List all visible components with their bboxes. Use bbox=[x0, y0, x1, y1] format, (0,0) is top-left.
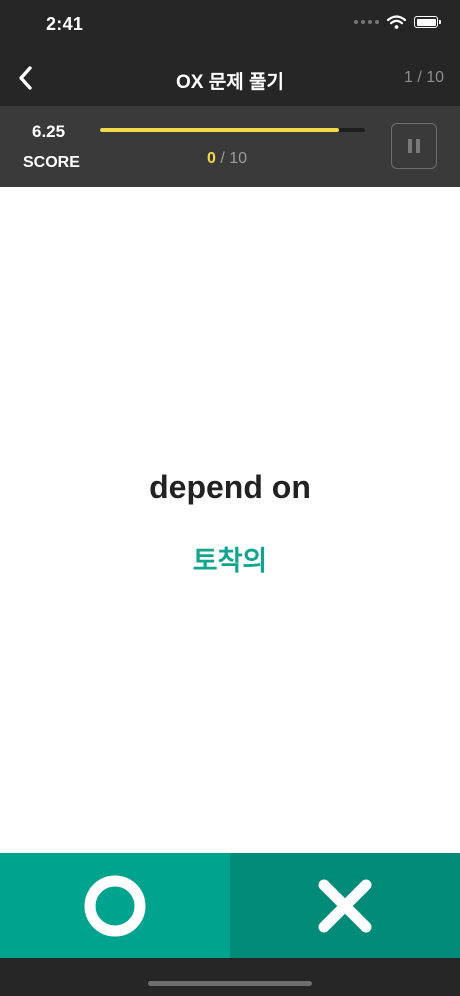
home-indicator[interactable] bbox=[148, 981, 312, 986]
correct-count-total: / 10 bbox=[215, 150, 248, 167]
time-progress-fill bbox=[100, 128, 339, 132]
status-time: 2:41 bbox=[46, 14, 84, 34]
correct-count-value: 0 bbox=[207, 150, 216, 167]
status-icons bbox=[354, 15, 441, 29]
page-title: OX 문제 풀기 bbox=[176, 72, 284, 93]
home-indicator-area bbox=[0, 958, 460, 996]
answer-x-button[interactable] bbox=[230, 853, 460, 958]
score-label: SCORE bbox=[23, 154, 80, 171]
time-progress-bar bbox=[100, 128, 365, 132]
score-value: 6.25 bbox=[32, 122, 66, 141]
question-progress: 1 / 10 bbox=[403, 69, 444, 86]
wifi-icon bbox=[387, 15, 406, 29]
status-bar: 2:41 bbox=[0, 0, 460, 50]
correct-count: 0 / 10 bbox=[207, 150, 247, 168]
signal-dots-icon bbox=[354, 20, 379, 24]
answer-o-button[interactable] bbox=[0, 853, 230, 958]
nav-bar: OX 문제 풀기 1 / 10 bbox=[0, 50, 460, 106]
battery-icon bbox=[414, 16, 441, 28]
pause-icon bbox=[408, 139, 420, 153]
question-meaning: 토착의 bbox=[192, 546, 268, 576]
question-word: depend on bbox=[149, 469, 311, 505]
cross-x-icon bbox=[318, 879, 372, 932]
circle-o-icon bbox=[84, 875, 146, 936]
question-card: depend on 토착의 bbox=[0, 187, 460, 853]
pause-button[interactable] bbox=[391, 123, 437, 169]
